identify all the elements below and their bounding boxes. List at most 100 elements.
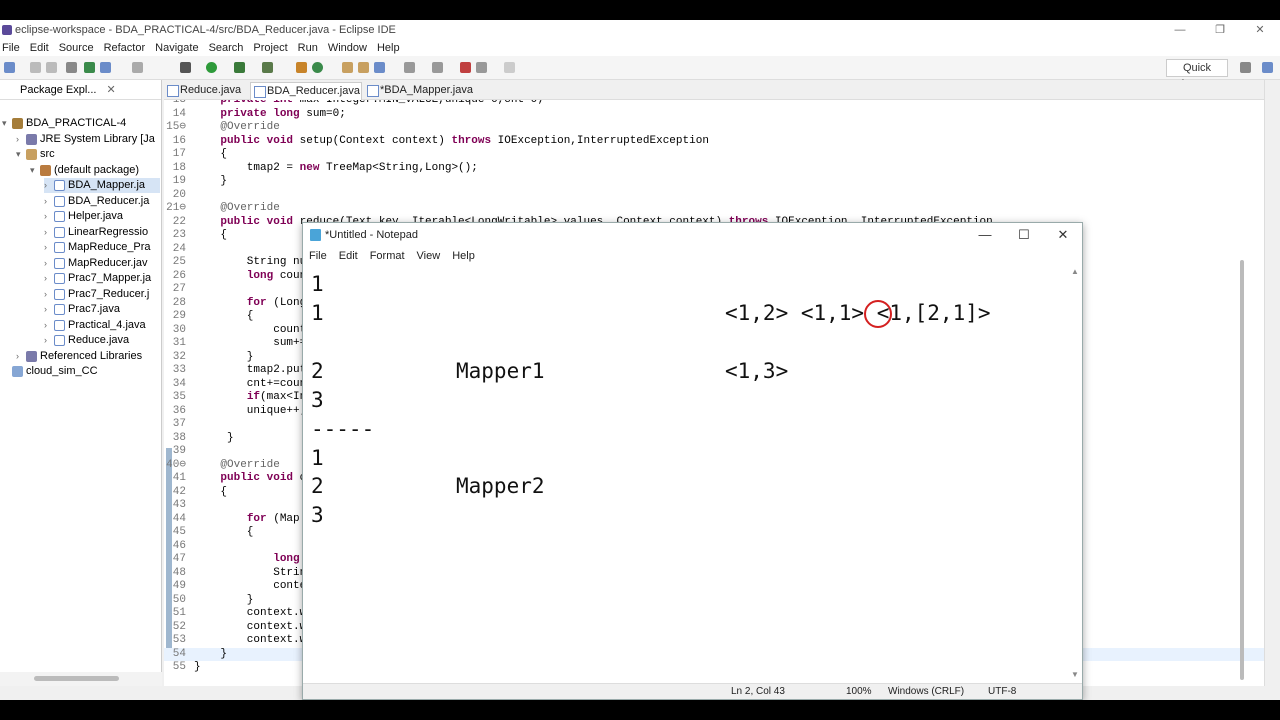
- tab-bda-reducer-java[interactable]: BDA_Reducer.java ✕: [250, 82, 377, 100]
- notepad-close-button[interactable]: ✕: [1043, 223, 1083, 247]
- tree-item[interactable]: cloud_sim_CC: [2, 364, 160, 379]
- notepad-menu-edit[interactable]: Edit: [333, 250, 364, 262]
- new-icon[interactable]: [4, 62, 15, 73]
- tree-item[interactable]: › MapReducer.jav: [44, 256, 160, 271]
- chevron-icon[interactable]: ›: [44, 225, 54, 240]
- tree-item[interactable]: › BDA_Reducer.ja: [44, 194, 160, 209]
- menu-refactor[interactable]: Refactor: [102, 42, 154, 54]
- tree-item[interactable]: ▾ src: [16, 147, 160, 162]
- line-number: 42: [172, 485, 186, 498]
- notepad-menu-file[interactable]: File: [303, 250, 333, 262]
- chevron-icon[interactable]: ▾: [16, 147, 26, 162]
- tree-item[interactable]: ▾ BDA_PRACTICAL-4: [2, 116, 160, 131]
- line-number: 35: [172, 391, 186, 403]
- tree-item[interactable]: › Prac7_Mapper.ja: [44, 271, 160, 286]
- new-class-icon[interactable]: [312, 62, 323, 73]
- prev-annotation-icon[interactable]: [432, 62, 443, 73]
- tree-item[interactable]: › JRE System Library [Ja: [16, 132, 160, 147]
- notepad-text-area[interactable]: 1 1 <1,2> <1,1> <1,[2,1]> 2 Mapper1 <1,3> 3 ---…: [303, 265, 1068, 683]
- menu-help[interactable]: Help: [375, 42, 408, 54]
- debug-icon[interactable]: [84, 62, 95, 73]
- notepad-vscroll[interactable]: ▲ ▼: [1069, 265, 1082, 683]
- external-tools-icon[interactable]: [262, 62, 273, 73]
- code-text: {: [194, 148, 228, 160]
- editor-vscroll[interactable]: [1238, 124, 1246, 680]
- package-explorer-hscroll[interactable]: [0, 672, 162, 686]
- menu-edit[interactable]: Edit: [28, 42, 57, 54]
- outline-icon[interactable]: [100, 62, 111, 73]
- tree-item-label: Helper.java: [68, 210, 124, 222]
- tree-item[interactable]: › MapReduce_Pra: [44, 240, 160, 255]
- forward-icon[interactable]: [504, 62, 515, 73]
- search-icon[interactable]: [374, 62, 385, 73]
- run-icon[interactable]: [206, 62, 217, 73]
- package-explorer-tab[interactable]: Package Expl... ✕: [0, 80, 161, 100]
- chevron-icon[interactable]: ▾: [2, 116, 12, 131]
- menu-navigate[interactable]: Navigate: [153, 42, 206, 54]
- menu-window[interactable]: Window: [326, 42, 375, 54]
- chevron-icon[interactable]: ›: [44, 302, 54, 317]
- skip-breakpoints-icon[interactable]: [66, 62, 77, 73]
- chevron-icon[interactable]: ›: [16, 132, 26, 147]
- tree-item[interactable]: › Referenced Libraries: [16, 349, 160, 364]
- minimize-button[interactable]: —: [1160, 20, 1200, 40]
- tab-bda-mapper-java[interactable]: *BDA_Mapper.java: [364, 82, 473, 100]
- chevron-icon[interactable]: ›: [16, 349, 26, 364]
- menu-source[interactable]: Source: [57, 42, 102, 54]
- chevron-icon[interactable]: ›: [44, 318, 54, 333]
- chevron-icon[interactable]: ›: [44, 194, 54, 209]
- tree-item[interactable]: › Helper.java: [44, 209, 160, 224]
- open-type-icon[interactable]: [342, 62, 353, 73]
- next-annotation-icon[interactable]: [404, 62, 415, 73]
- close-icon[interactable]: ✕: [106, 83, 115, 96]
- chevron-icon[interactable]: ›: [44, 333, 54, 348]
- new-java-project-icon[interactable]: [296, 62, 307, 73]
- perspective-icon[interactable]: [1240, 62, 1251, 73]
- chevron-icon[interactable]: ›: [44, 178, 54, 193]
- tree-item[interactable]: › Reduce.java: [44, 333, 160, 348]
- line-number: 51: [172, 607, 186, 619]
- code-line: 16 public void setup(Context context) th…: [164, 135, 1264, 149]
- tree-item[interactable]: › BDA_Mapper.ja: [44, 178, 160, 193]
- settings-icon[interactable]: [180, 62, 191, 73]
- tree-item[interactable]: › LinearRegressio: [44, 225, 160, 240]
- notepad-window: *Untitled - Notepad — ☐ ✕ File Edit Form…: [302, 222, 1083, 700]
- notepad-minimize-button[interactable]: —: [965, 223, 1005, 247]
- restore-button[interactable]: ❐: [1200, 20, 1240, 40]
- open-task-icon[interactable]: [358, 62, 369, 73]
- quick-access-field[interactable]: Quick Access: [1166, 59, 1228, 90]
- back-icon[interactable]: [476, 62, 487, 73]
- menu-file[interactable]: File: [0, 42, 28, 54]
- save-all-icon[interactable]: [46, 62, 57, 73]
- chevron-icon[interactable]: ›: [44, 256, 54, 271]
- chevron-icon[interactable]: ›: [44, 287, 54, 302]
- coverage-icon[interactable]: [234, 62, 245, 73]
- code-text: {: [194, 310, 254, 322]
- tree-item[interactable]: ▾ (default package): [30, 163, 160, 178]
- line-number: 26: [172, 269, 186, 282]
- notepad-menu-help[interactable]: Help: [446, 250, 481, 262]
- chevron-icon[interactable]: ▾: [30, 163, 40, 178]
- line-number: 21⊖: [166, 202, 186, 214]
- close-button[interactable]: ✕: [1240, 20, 1280, 40]
- chevron-icon[interactable]: ›: [44, 271, 54, 286]
- save-icon[interactable]: [30, 62, 41, 73]
- last-edit-icon[interactable]: [460, 62, 471, 73]
- notepad-menu-format[interactable]: Format: [364, 250, 411, 262]
- toggle-icon[interactable]: [132, 62, 143, 73]
- menu-search[interactable]: Search: [207, 42, 252, 54]
- tree-item[interactable]: › Practical_4.java: [44, 318, 160, 333]
- chevron-icon[interactable]: ›: [44, 240, 54, 255]
- chevron-icon[interactable]: ›: [44, 209, 54, 224]
- notepad-menu-view[interactable]: View: [411, 250, 447, 262]
- scroll-up-icon[interactable]: ▲: [1071, 267, 1079, 276]
- notepad-maximize-button[interactable]: ☐: [1004, 223, 1044, 247]
- tree-item[interactable]: › Prac7_Reducer.j: [44, 287, 160, 302]
- tab-reduce-java[interactable]: Reduce.java: [164, 82, 250, 100]
- code-text: context.wr: [194, 634, 313, 646]
- menu-run[interactable]: Run: [296, 42, 326, 54]
- java-perspective-icon[interactable]: [1262, 62, 1273, 73]
- scroll-down-icon[interactable]: ▼: [1071, 670, 1079, 679]
- menu-project[interactable]: Project: [251, 42, 295, 54]
- tree-item[interactable]: › Prac7.java: [44, 302, 160, 317]
